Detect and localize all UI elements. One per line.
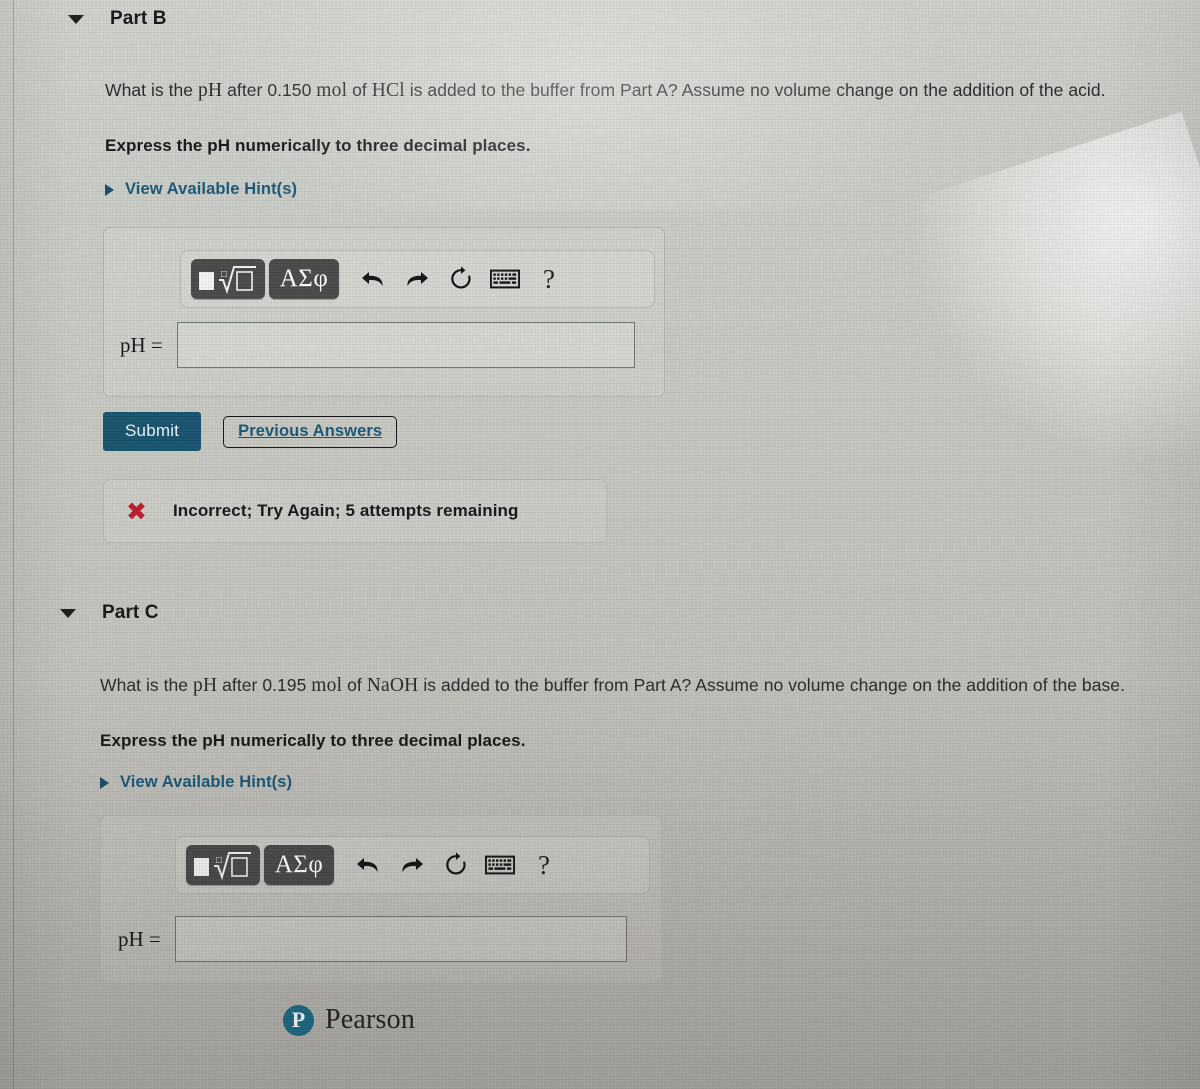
part-c-answer-row: pH = [118,916,627,962]
q-b-ph: pH [198,80,223,101]
help-button[interactable]: ? [522,845,566,885]
part-b-answer-label: pH = [120,332,163,357]
reset-icon[interactable] [434,845,478,885]
svg-text:□: □ [216,855,222,866]
assignment-content: Part B What is the pH after 0.150 mol of… [0,0,1200,1089]
part-c-title: Part C [102,602,159,623]
undo-icon[interactable] [346,845,390,885]
svg-text:□: □ [221,269,227,280]
part-b-button-row: Submit Previous Answers [103,412,398,451]
help-label: ? [538,849,550,880]
part-b-header[interactable]: Part B [68,8,167,30]
part-b-previous-answers-button[interactable]: Previous Answers [223,415,398,448]
pearson-wordmark: Pearson [325,1004,416,1035]
part-b-feedback-text: Incorrect; Try Again; 5 attempts remaini… [172,501,519,520]
part-b-answer-row: pH = [120,322,635,368]
part-c-answer-label: pH = [118,926,161,951]
q-c-pre: What is the [100,675,193,695]
part-b-instruction: Express the pH numerically to three deci… [105,136,531,155]
part-b-hint-label: View Available Hint(s) [125,180,298,198]
greek-symbols-button[interactable]: ΑΣφ [264,845,334,885]
part-b-title: Part B [110,8,167,29]
help-label: ? [543,263,555,294]
q-c-post: is added to the buffer from Part A? Assu… [418,675,1125,695]
q-c-mol: mol [311,675,343,696]
template-editor-button[interactable]: □ [191,259,265,299]
greek-symbols-label: ΑΣφ [279,265,329,292]
part-b-view-hints-link[interactable]: View Available Hint(s) [105,180,297,199]
part-c-view-hints-link[interactable]: View Available Hint(s) [100,773,292,792]
caret-down-icon[interactable] [60,608,76,618]
q-c-mid1: after 0.195 [217,675,312,695]
part-b-equation-toolbar: □ ΑΣφ ? [180,250,655,308]
part-c-answer-input[interactable] [174,916,627,962]
greek-symbols-button[interactable]: ΑΣφ [269,259,339,299]
keyboard-icon[interactable] [478,845,522,885]
q-c-ph: pH [193,675,218,696]
q-c-naoh: NaOH [366,675,419,696]
part-c-equation-toolbar: □ ΑΣφ ? [175,836,650,894]
q-c-mid2: of [342,675,367,695]
greek-symbols-label: ΑΣφ [274,851,324,878]
redo-icon[interactable] [390,845,434,885]
help-button[interactable]: ? [527,259,571,299]
part-c-hint-label: View Available Hint(s) [120,773,293,791]
q-b-hcl: HCl [371,80,405,101]
undo-icon[interactable] [351,259,395,299]
part-c-question-text: What is the pH after 0.195 mol of NaOH i… [100,673,1155,698]
pearson-mark-icon: P [283,1004,314,1036]
part-b-submit-button[interactable]: Submit [103,412,202,451]
screenshot-photo: Part B What is the pH after 0.150 mol of… [0,0,1200,1089]
q-b-mid1: after 0.150 [222,80,317,100]
screen-bezel-line [13,0,14,1089]
caret-down-icon[interactable] [68,14,84,24]
reset-icon[interactable] [439,259,483,299]
part-c-instruction: Express the pH numerically to three deci… [100,731,526,750]
caret-right-icon [105,183,114,196]
q-b-post: is added to the buffer from Part A? Assu… [404,80,1106,100]
part-b-question-text: What is the pH after 0.150 mol of HCl is… [105,78,1175,103]
q-b-mol: mol [316,80,348,101]
part-c-header[interactable]: Part C [60,602,159,624]
q-b-mid2: of [347,80,372,100]
keyboard-icon[interactable] [483,259,527,299]
x-mark-icon: ✖ [126,496,147,526]
pearson-logo: P Pearson [283,1004,415,1036]
q-b-pre: What is the [105,80,198,100]
part-b-feedback-banner: ✖ Incorrect; Try Again; 5 attempts remai… [103,479,607,543]
caret-right-icon [100,776,109,789]
redo-icon[interactable] [395,259,439,299]
part-b-answer-input[interactable] [176,322,635,368]
template-editor-button[interactable]: □ [186,845,260,885]
